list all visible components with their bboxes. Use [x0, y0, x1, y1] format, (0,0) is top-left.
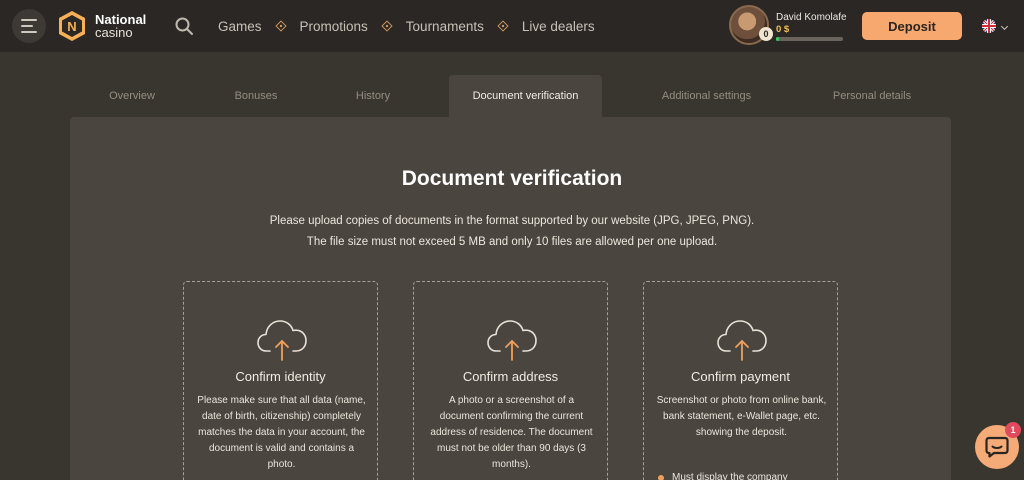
- bullet-dot-icon: [658, 474, 664, 480]
- nav-promotions[interactable]: Promotions: [300, 19, 368, 34]
- cloud-upload-icon: [257, 320, 307, 361]
- tab-history[interactable]: History: [333, 75, 413, 117]
- user-balance: 0 $: [776, 24, 790, 35]
- search-icon[interactable]: [174, 16, 194, 36]
- confirm-identity-card[interactable]: Confirm identity Please make sure that a…: [183, 281, 378, 480]
- user-level-badge: 0: [759, 27, 773, 41]
- confirm-payment-card[interactable]: Confirm payment Screenshot or photo from…: [643, 281, 838, 480]
- upload-description-line-1: Please upload copies of documents in the…: [269, 215, 755, 227]
- menu-line-icon: [21, 19, 37, 21]
- card-text: Please make sure that all data (name, da…: [197, 395, 366, 470]
- diamond-icon: [274, 20, 287, 32]
- menu-line-icon: [21, 25, 33, 27]
- tab-overview[interactable]: Overview: [88, 75, 176, 117]
- tab-bonuses[interactable]: Bonuses: [210, 75, 302, 117]
- brand-subtitle: casino: [95, 25, 133, 40]
- card-title: Confirm payment: [691, 369, 790, 384]
- tab-additional-settings[interactable]: Additional settings: [640, 75, 773, 117]
- card-text: Screenshot or photo from online bank, ba…: [656, 395, 827, 438]
- top-header: N National casino Games Promotions Tourn…: [0, 0, 1024, 52]
- card-title: Confirm address: [462, 369, 559, 384]
- nav-live-dealers[interactable]: Live dealers: [522, 19, 595, 34]
- logo-icon[interactable]: N: [57, 10, 87, 42]
- uk-flag-icon[interactable]: [982, 19, 996, 33]
- confirm-address-card[interactable]: Confirm address A photo or a screenshot …: [413, 281, 608, 480]
- upload-description-line-2: The file size must not exceed 5 MB and o…: [306, 236, 718, 248]
- user-name[interactable]: David Komolafe: [776, 12, 847, 23]
- main-nav: Games Promotions Tournaments Live dealer…: [218, 0, 595, 52]
- nav-games[interactable]: Games: [218, 19, 262, 34]
- logo-letter: N: [67, 19, 76, 34]
- tab-document-verification[interactable]: Document verification: [449, 75, 602, 117]
- requirement-item: Must display the company: [658, 472, 788, 480]
- nav-tournaments[interactable]: Tournaments: [406, 19, 484, 34]
- card-title: Confirm identity: [235, 369, 326, 384]
- tab-personal-details[interactable]: Personal details: [812, 75, 932, 117]
- cloud-upload-icon: [717, 320, 767, 361]
- cloud-upload-icon: [487, 320, 537, 361]
- nav-separator: [368, 20, 406, 32]
- nav-separator: [262, 20, 300, 32]
- diamond-icon: [381, 20, 393, 32]
- chevron-down-icon[interactable]: [1000, 22, 1009, 31]
- hamburger-menu-button[interactable]: [12, 9, 46, 43]
- deposit-button[interactable]: Deposit: [862, 12, 962, 40]
- menu-line-icon: [21, 31, 37, 33]
- brand-name[interactable]: National casino: [95, 13, 146, 39]
- requirement-text: Must display the company: [672, 472, 788, 480]
- nav-separator: [484, 20, 522, 32]
- page-title: Document verification: [401, 167, 623, 190]
- diamond-icon: [497, 20, 509, 32]
- user-progress-bar: [776, 37, 843, 41]
- chat-bubble-icon: [985, 436, 1009, 458]
- card-text: A photo or a screenshot of a document co…: [430, 395, 593, 470]
- chat-notification-badge: 1: [1005, 422, 1021, 438]
- user-progress-fill: [776, 37, 780, 41]
